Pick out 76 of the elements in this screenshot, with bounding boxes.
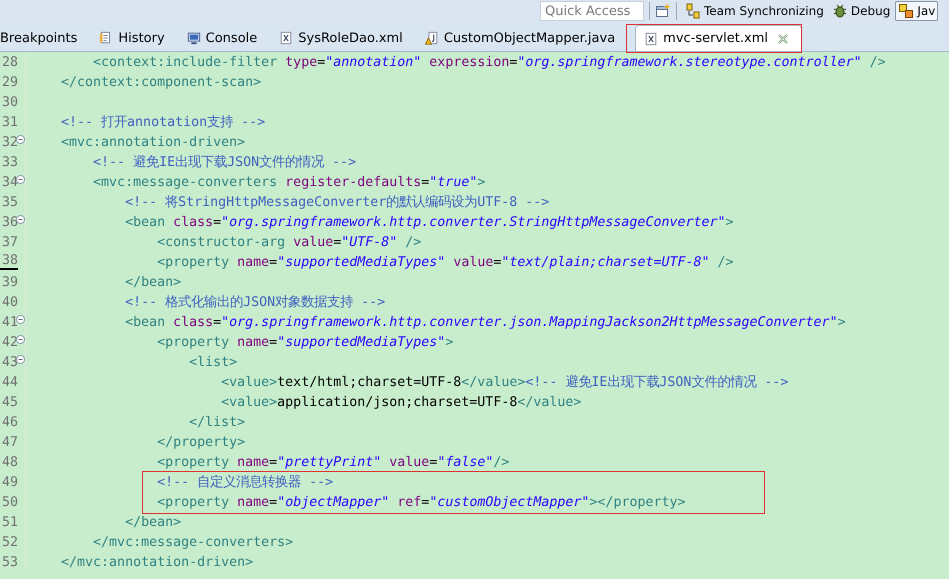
line-number: 52 [1, 534, 18, 550]
code-line: </context:component-scan> [60, 74, 262, 90]
perspective-button[interactable]: Debug [828, 1, 894, 21]
line-number: 42 [1, 334, 18, 350]
code-line: <!-- 打开annotation支持 --> [60, 115, 266, 130]
code-line: <property name="prettyPrint" value="false"/> [156, 454, 510, 470]
bug-icon [832, 3, 848, 19]
line-number: 45 [1, 394, 18, 410]
code-line: </property> [156, 434, 246, 450]
line-number: 51 [1, 514, 18, 530]
line-number: 43 [1, 354, 18, 370]
fold-icon[interactable] [16, 355, 25, 364]
xml-file-icon [279, 31, 294, 45]
line-number: 47 [1, 434, 18, 450]
perspective-button[interactable]: Jav [895, 1, 938, 21]
code-line: <!-- 自定义消息转换器 --> [156, 475, 334, 490]
editor-tab[interactable]: Breakpoints [0, 25, 92, 51]
editor-tab[interactable]: CustomObjectMapper.java [416, 25, 630, 51]
line-number: 50 [1, 494, 18, 510]
line-number: 36 [1, 214, 18, 230]
code-line: <list> [188, 354, 238, 370]
code-line: <constructor-arg value="UTF-8" /> [156, 234, 422, 250]
code-line: <value>text/html;charset=UTF-8</value><!-- 避免IE出现下载JSON文件的情况 --> [220, 375, 788, 390]
line-number: 49 [1, 474, 18, 490]
line-number: 46 [1, 414, 18, 430]
line-number: 35 [1, 194, 18, 210]
code-line: <property name="supportedMediaTypes" value="text/plain;charset=UTF-8" /> [156, 254, 734, 270]
sync-icon [685, 3, 701, 19]
fold-icon[interactable] [16, 135, 25, 144]
line-number: 32 [1, 134, 18, 150]
xml-file-icon [644, 32, 658, 46]
code-line: </bean> [124, 514, 182, 530]
line-number: 33 [1, 154, 18, 170]
editor-tab[interactable]: Console [178, 25, 272, 51]
code-line: <context:include-filter type="annotation" expression="org.springframework.stereotype.controller" /> [92, 54, 886, 70]
code-line: <!-- 将StringHttpMessageConverter的默认编码设为UTF-8 --> [124, 195, 550, 210]
open-perspective-icon[interactable] [655, 3, 671, 19]
quick-access-field[interactable]: Quick Access [540, 1, 644, 21]
perspective-button[interactable]: Team Synchronizing [682, 1, 827, 21]
code-line: </list> [188, 414, 246, 430]
code-line: <!-- 避免IE出现下载JSON文件的情况 --> [92, 155, 356, 170]
line-number: 40 [1, 294, 18, 310]
code-line: <mvc:annotation-driven> [60, 134, 246, 150]
code-line: <bean class="org.springframework.http.converter.json.MappingJackson2HttpMessageConverter"> [124, 314, 846, 330]
editor-tab[interactable]: History [91, 25, 179, 51]
line-number: 53 [1, 554, 18, 570]
line-number: 39 [1, 274, 18, 290]
line-number: 38 [0, 254, 18, 270]
code-line: <mvc:message-converters register-defaults="true"> [92, 174, 486, 190]
console-icon [186, 31, 201, 45]
code-line: <bean class="org.springframework.http.converter.StringHttpMessageConverter"> [124, 214, 734, 230]
code-line: </mvc:annotation-driven> [60, 554, 254, 570]
fold-icon[interactable] [16, 335, 25, 344]
code-line: <property name="supportedMediaTypes"> [156, 334, 454, 350]
fold-icon[interactable] [16, 215, 25, 224]
perspective-icon [898, 3, 914, 19]
line-number: 28 [1, 54, 18, 70]
fold-icon[interactable] [16, 175, 25, 184]
code-line: <value>application/json;charset=UTF-8</value> [220, 394, 582, 410]
editor-tab[interactable]: mvc-servlet.xml [635, 25, 802, 51]
code-line: </mvc:message-converters> [92, 534, 294, 550]
editor-tab[interactable]: SysRoleDao.xml [271, 25, 417, 51]
java-file-warning-icon [424, 31, 439, 45]
code-line: <property name="objectMapper" ref="customObjectMapper"></property> [156, 494, 686, 510]
code-line: <!-- 格式化输出的JSON对象数据支持 --> [124, 295, 386, 310]
line-number: 31 [1, 114, 18, 130]
line-number: 29 [1, 74, 18, 90]
line-number: 30 [1, 94, 18, 110]
line-number: 37 [1, 234, 18, 250]
line-number: 48 [1, 454, 18, 470]
close-icon[interactable] [776, 32, 789, 44]
line-number: 44 [1, 374, 18, 390]
line-number: 34 [1, 174, 18, 190]
fold-icon[interactable] [16, 315, 25, 324]
code-line: </bean> [124, 274, 182, 290]
line-number: 41 [1, 314, 18, 330]
